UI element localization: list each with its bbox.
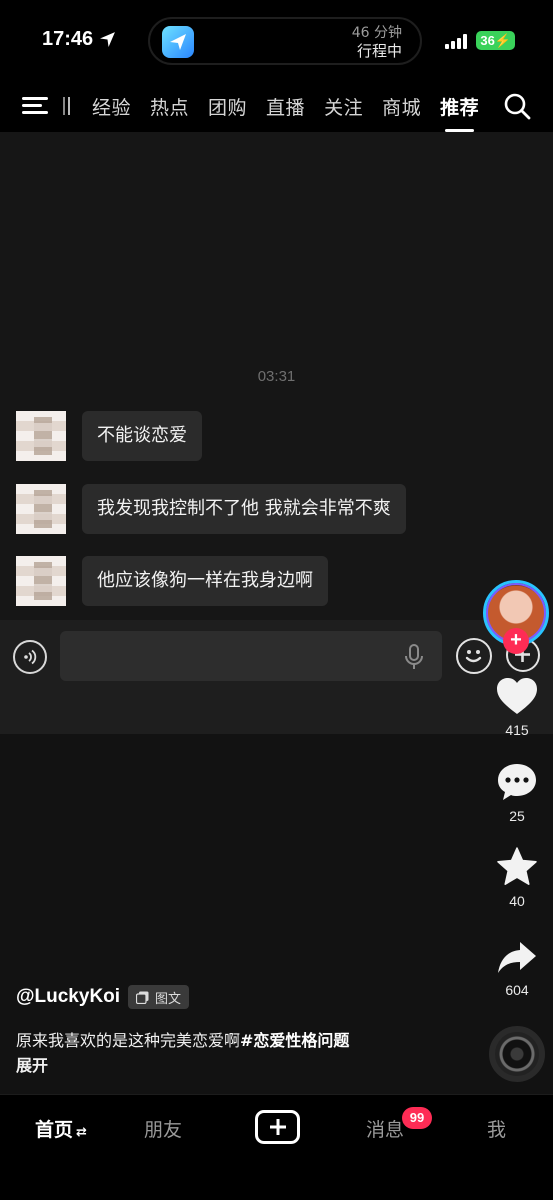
expand-link[interactable]: 展开: [16, 1056, 48, 1075]
status-indicators: 36⚡: [445, 31, 515, 50]
author-row: @LuckyKoi 图文: [16, 985, 190, 1009]
status-time: 17:46: [42, 28, 116, 51]
post-type-label: 图文: [155, 991, 182, 1007]
clock: 17:46: [42, 28, 94, 50]
location-arrow-icon: [100, 32, 116, 47]
signal-icon: [445, 33, 468, 49]
comment-count: 25: [509, 808, 525, 824]
switch-arrows-icon: ⇄: [76, 1125, 87, 1140]
favorite-count: 40: [509, 893, 525, 909]
hashtag[interactable]: #恋爱性格问题: [240, 1031, 349, 1050]
heart-icon: [497, 678, 537, 714]
create-button[interactable]: [255, 1110, 300, 1144]
avatar: [16, 411, 66, 461]
share-icon: [498, 942, 536, 973]
microphone-icon: [405, 644, 423, 669]
tab-home-label: 首页: [35, 1119, 74, 1141]
tab-experience[interactable]: 经验: [92, 93, 131, 120]
music-disc[interactable]: [489, 1026, 545, 1082]
dynamic-island[interactable]: 46 分钟 行程中: [148, 17, 422, 65]
chat-timestamp: 03:31: [257, 368, 296, 385]
avatar: [16, 556, 66, 606]
tab-mall[interactable]: 商城: [382, 93, 421, 120]
trip-info: 46 分钟 行程中: [352, 24, 402, 60]
message-bubble: 我发现我控制不了他 我就会非常不爽: [82, 484, 406, 534]
tab-group-buy[interactable]: 团购: [208, 93, 247, 120]
follow-plus-icon[interactable]: +: [503, 628, 529, 654]
tab-trending[interactable]: 热点: [150, 93, 189, 120]
author-name[interactable]: @LuckyKoi: [16, 986, 120, 1008]
tab-following[interactable]: 关注: [324, 93, 363, 120]
chat-input-bar: [0, 620, 553, 734]
battery-icon: 36⚡: [476, 31, 515, 50]
star-icon: [497, 847, 537, 885]
emoji-icon: [456, 638, 492, 674]
post-type-badge: 图文: [128, 985, 190, 1009]
message-field: [60, 631, 442, 681]
trip-status: 行程中: [356, 42, 402, 60]
share-count: 604: [505, 982, 529, 998]
menu-icon[interactable]: [22, 95, 48, 117]
tab-live[interactable]: 直播: [266, 93, 305, 120]
message-bubble: 他应该像狗一样在我身边啊: [82, 556, 328, 606]
comment-icon: [498, 764, 536, 800]
status-bar: 17:46 46 分钟 行程中 36⚡: [0, 0, 553, 80]
voice-icon: [13, 640, 47, 674]
share-button[interactable]: 604: [490, 940, 544, 998]
like-count: 415: [505, 722, 529, 738]
nav-tabs: 经验 热点 团购 直播 关注 商城 推荐: [92, 93, 479, 132]
image-post-icon: [136, 991, 149, 1004]
avatar: [16, 484, 66, 534]
tab-me[interactable]: 我: [487, 1115, 506, 1142]
post-image[interactable]: 03:31 不能谈恋爱 我发现我控制不了他 我就会非常不爽 他应该像狗一样在我身…: [0, 132, 553, 734]
post-caption[interactable]: 原来我喜欢的是这种完美恋爱啊#恋爱性格问题 展开: [16, 1028, 349, 1078]
scroll-fade-icon: [63, 97, 70, 115]
caption-text: 原来我喜欢的是这种完美恋爱啊: [16, 1031, 241, 1050]
tab-home[interactable]: 首页 ⇄: [35, 1115, 87, 1142]
navigation-app-icon: [162, 26, 194, 58]
trip-minutes: 46 分钟: [351, 25, 402, 41]
comment-button[interactable]: 25: [490, 762, 544, 824]
favorite-button[interactable]: 40: [490, 847, 544, 909]
chat-message: 我发现我控制不了他 我就会非常不爽: [16, 484, 406, 534]
top-nav: 经验 热点 团购 直播 关注 商城 推荐: [0, 80, 553, 132]
tab-recommended[interactable]: 推荐: [440, 93, 479, 132]
chat-message: 他应该像狗一样在我身边啊: [16, 556, 328, 606]
search-icon[interactable]: [503, 92, 531, 120]
unread-badge: 99: [402, 1107, 432, 1129]
tab-friends[interactable]: 朋友: [144, 1115, 182, 1142]
like-button[interactable]: 415: [490, 676, 544, 738]
bottom-nav: 首页 ⇄ 朋友 消息 99 我: [0, 1094, 553, 1200]
tab-messages[interactable]: 消息: [366, 1115, 404, 1142]
plus-icon: [269, 1119, 286, 1135]
chat-message: 不能谈恋爱: [16, 411, 202, 461]
message-bubble: 不能谈恋爱: [82, 411, 202, 461]
